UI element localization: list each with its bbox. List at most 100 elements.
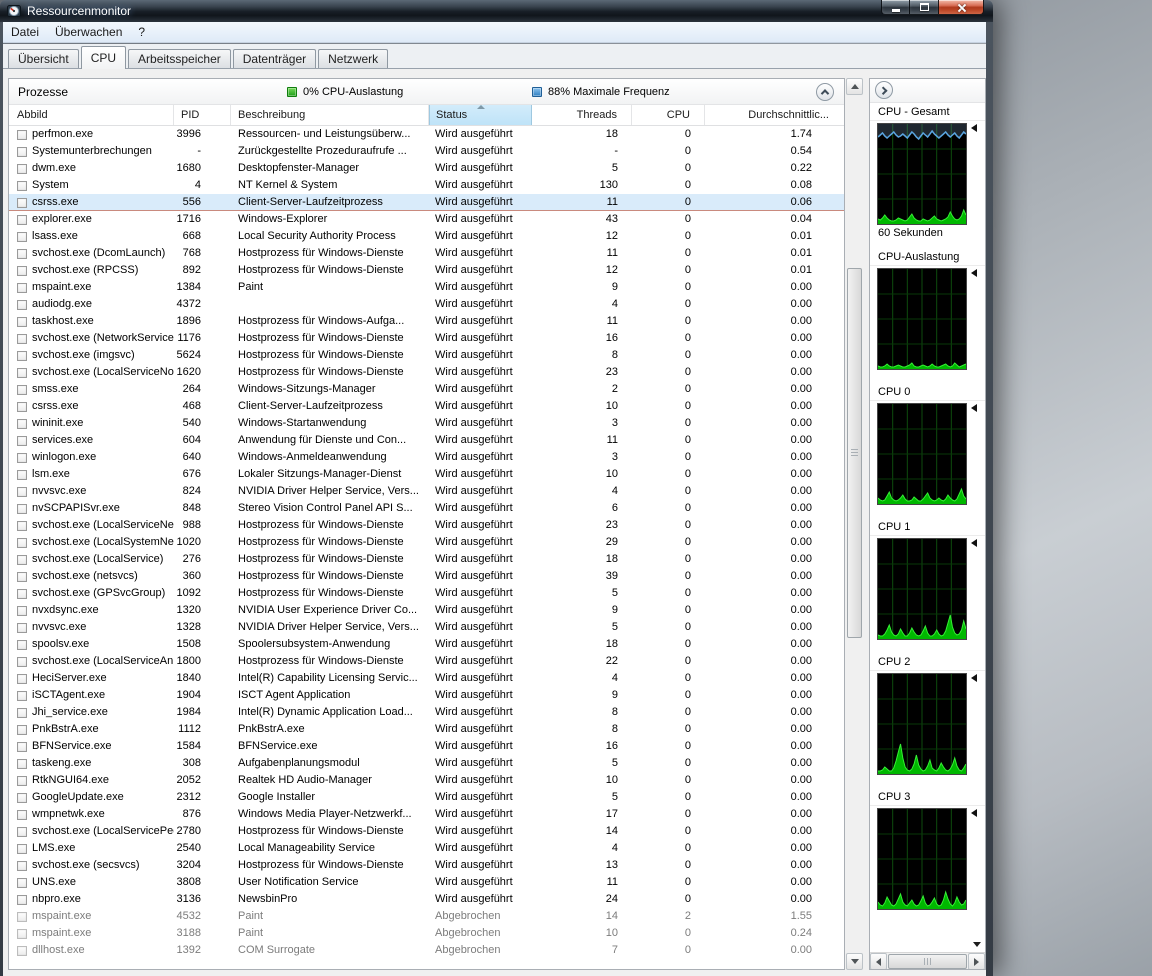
process-checkbox[interactable] [17, 605, 27, 616]
process-row-svchost-exe-dcomlaunch-768[interactable]: svchost.exe (DcomLaunch) 768 Hostprozess f… [9, 245, 844, 262]
process-checkbox[interactable] [17, 894, 27, 905]
process-row-svchost-exe-netsvcs-360[interactable]: svchost.exe (netsvcs) 360 Hostprozess für … [9, 568, 844, 585]
process-checkbox[interactable] [17, 418, 27, 429]
process-checkbox[interactable] [17, 282, 27, 293]
column-header-threads[interactable]: Threads [532, 105, 632, 125]
menu-item-help[interactable]: ? [130, 22, 153, 42]
tab-uebersicht[interactable]: Übersicht [8, 49, 79, 68]
process-row-dllhost-exe-1392[interactable]: dllhost.exe 1392 COM Surrogate Abgebrochen 7… [9, 942, 844, 959]
process-checkbox[interactable] [17, 826, 27, 837]
process-checkbox[interactable] [17, 129, 27, 140]
process-row-isctagent-exe-1904[interactable]: iSCTAgent.exe 1904 ISCT Agent Application W… [9, 687, 844, 704]
process-row-nbpro-exe-3136[interactable]: nbpro.exe 3136 NewsbinPro Wird ausgeführt 24… [9, 891, 844, 908]
process-checkbox[interactable] [17, 350, 27, 361]
process-row-svchost-exe-networkservice-1176[interactable]: svchost.exe (NetworkService) 1176 Hostproz… [9, 330, 844, 347]
process-row-mspaint-exe-1384[interactable]: mspaint.exe 1384 Paint Wird ausgeführt 9 0 0.0… [9, 279, 844, 296]
process-checkbox[interactable] [17, 520, 27, 531]
process-checkbox[interactable] [17, 690, 27, 701]
menu-item-ueberwachen[interactable]: Überwachen [47, 22, 130, 42]
process-checkbox[interactable] [17, 265, 27, 276]
tab-netzwerk[interactable]: Netzwerk [318, 49, 389, 68]
scrollbar-thumb[interactable] [847, 268, 862, 638]
menu-item-datei[interactable]: Datei [3, 22, 47, 42]
column-header-pid[interactable]: PID [174, 105, 231, 125]
process-row-explorer-exe-1716[interactable]: explorer.exe 1716 Windows-Explorer Wird aus… [9, 211, 844, 228]
column-header-cpu[interactable]: CPU [632, 105, 705, 125]
process-row-svchost-exe-localservice-276[interactable]: svchost.exe (LocalService) 276 Hostprozess… [9, 551, 844, 568]
process-checkbox[interactable] [17, 945, 27, 956]
process-row-systemunterbrechungen-item[interactable]: Systemunterbrechungen - Zurückgestellte Pr… [9, 143, 844, 160]
process-row-csrss-exe-556[interactable]: csrss.exe 556 Client-Server-Laufzeitprozes… [9, 194, 844, 211]
column-header-durchschnitt[interactable]: Durchschnittlic... [705, 105, 844, 125]
tab-cpu[interactable]: CPU [80, 46, 127, 69]
process-checkbox[interactable] [17, 809, 27, 820]
process-checkbox[interactable] [17, 758, 27, 769]
process-row-services-exe-604[interactable]: services.exe 604 Anwendung für Dienste und… [9, 432, 844, 449]
process-checkbox[interactable] [17, 928, 27, 939]
tab-arbeitsspeicher[interactable]: Arbeitsspeicher [128, 49, 231, 68]
process-row-svchost-exe-localservicean-1800[interactable]: svchost.exe (LocalServiceAn... 1800 Hostpr… [9, 653, 844, 670]
process-checkbox[interactable] [17, 860, 27, 871]
process-checkbox[interactable] [17, 248, 27, 259]
scroll-up-button[interactable] [846, 78, 863, 95]
process-row-mspaint-exe-4532[interactable]: mspaint.exe 4532 Paint Abgebrochen 14 2 1.55 [9, 908, 844, 925]
process-row-svchost-exe-rpcss-892[interactable]: svchost.exe (RPCSS) 892 Hostprozess für Wi… [9, 262, 844, 279]
process-row-smss-exe-264[interactable]: smss.exe 264 Windows-Sitzungs-Manager Wird … [9, 381, 844, 398]
process-row-taskeng-exe-308[interactable]: taskeng.exe 308 Aufgabenplanungsmodul Wird … [9, 755, 844, 772]
process-checkbox[interactable] [17, 741, 27, 752]
process-row-svchost-exe-localservicepee-2780[interactable]: svchost.exe (LocalServicePee... 2780 Hostp… [9, 823, 844, 840]
process-row-spoolsv-exe-1508[interactable]: spoolsv.exe 1508 Spoolersubsystem-Anwendun… [9, 636, 844, 653]
charts-horizontal-scrollbar[interactable] [870, 952, 985, 969]
process-row-uns-exe-3808[interactable]: UNS.exe 3808 User Notification Service Wird… [9, 874, 844, 891]
process-row-googleupdate-exe-2312[interactable]: GoogleUpdate.exe 2312 Google Installer Wird… [9, 789, 844, 806]
process-row-svchost-exe-localsystemnet-1020[interactable]: svchost.exe (LocalSystemNet... 1020 Hostpr… [9, 534, 844, 551]
process-row-winlogon-exe-640[interactable]: winlogon.exe 640 Windows-Anmeldeanwendung W… [9, 449, 844, 466]
process-checkbox[interactable] [17, 146, 27, 157]
process-checkbox[interactable] [17, 214, 27, 225]
process-checkbox[interactable] [17, 843, 27, 854]
charts-scroll-down-icon[interactable] [973, 942, 981, 947]
process-row-rtkngui64-exe-2052[interactable]: RtkNGUI64.exe 2052 Realtek HD Audio-Manage… [9, 772, 844, 789]
process-row-jhi-service-exe-1984[interactable]: Jhi_service.exe 1984 Intel(R) Dynamic Appl… [9, 704, 844, 721]
process-checkbox[interactable] [17, 316, 27, 327]
tab-datentraeger[interactable]: Datenträger [232, 49, 317, 68]
titlebar[interactable]: Ressourcenmonitor [0, 0, 993, 22]
scroll-right-button[interactable] [968, 953, 985, 969]
process-checkbox[interactable] [17, 401, 27, 412]
process-checkbox[interactable] [17, 197, 27, 208]
process-row-lms-exe-2540[interactable]: LMS.exe 2540 Local Manageability Service Wi… [9, 840, 844, 857]
process-row-svchost-exe-imgsvc-5624[interactable]: svchost.exe (imgsvc) 5624 Hostprozess für … [9, 347, 844, 364]
process-checkbox[interactable] [17, 656, 27, 667]
process-checkbox[interactable] [17, 877, 27, 888]
process-list-scrollbar[interactable] [846, 78, 863, 970]
process-row-lsm-exe-676[interactable]: lsm.exe 676 Lokaler Sitzungs-Manager-Diens… [9, 466, 844, 483]
process-checkbox[interactable] [17, 554, 27, 565]
process-checkbox[interactable] [17, 333, 27, 344]
process-row-nvxdsync-exe-1320[interactable]: nvxdsync.exe 1320 NVIDIA User Experience D… [9, 602, 844, 619]
process-row-svchost-exe-secsvcs-3204[interactable]: svchost.exe (secsvcs) 3204 Hostprozess für… [9, 857, 844, 874]
process-checkbox[interactable] [17, 469, 27, 480]
process-row-nvscpapisvr-exe-848[interactable]: nvSCPAPISvr.exe 848 Stereo Vision Control … [9, 500, 844, 517]
process-checkbox[interactable] [17, 180, 27, 191]
process-checkbox[interactable] [17, 299, 27, 310]
process-row-heciserver-exe-1840[interactable]: HeciServer.exe 1840 Intel(R) Capability Li… [9, 670, 844, 687]
process-row-svchost-exe-localserviceno-1620[interactable]: svchost.exe (LocalServiceNo... 1620 Hostpr… [9, 364, 844, 381]
process-row-perfmon-exe-3996[interactable]: perfmon.exe 3996 Ressourcen- und Leistungs… [9, 126, 844, 143]
process-checkbox[interactable] [17, 503, 27, 514]
column-header-status[interactable]: Status [429, 105, 532, 125]
process-checkbox[interactable] [17, 724, 27, 735]
process-checkbox[interactable] [17, 571, 27, 582]
process-checkbox[interactable] [17, 231, 27, 242]
expand-views-button[interactable] [875, 81, 893, 99]
process-row-lsass-exe-668[interactable]: lsass.exe 668 Local Security Authority Pro… [9, 228, 844, 245]
collapse-processes-button[interactable] [816, 83, 834, 101]
maximize-button[interactable] [910, 0, 938, 15]
process-row-nvvsvc-exe-1328[interactable]: nvvsvc.exe 1328 NVIDIA Driver Helper Servi… [9, 619, 844, 636]
process-checkbox[interactable] [17, 384, 27, 395]
process-checkbox[interactable] [17, 163, 27, 174]
process-checkbox[interactable] [17, 435, 27, 446]
process-row-wmpnetwk-exe-876[interactable]: wmpnetwk.exe 876 Windows Media Player-Netz… [9, 806, 844, 823]
process-row-svchost-exe-localservicenet-988[interactable]: svchost.exe (LocalServiceNet... 988 Hostpr… [9, 517, 844, 534]
process-checkbox[interactable] [17, 639, 27, 650]
scroll-left-button[interactable] [870, 953, 887, 969]
